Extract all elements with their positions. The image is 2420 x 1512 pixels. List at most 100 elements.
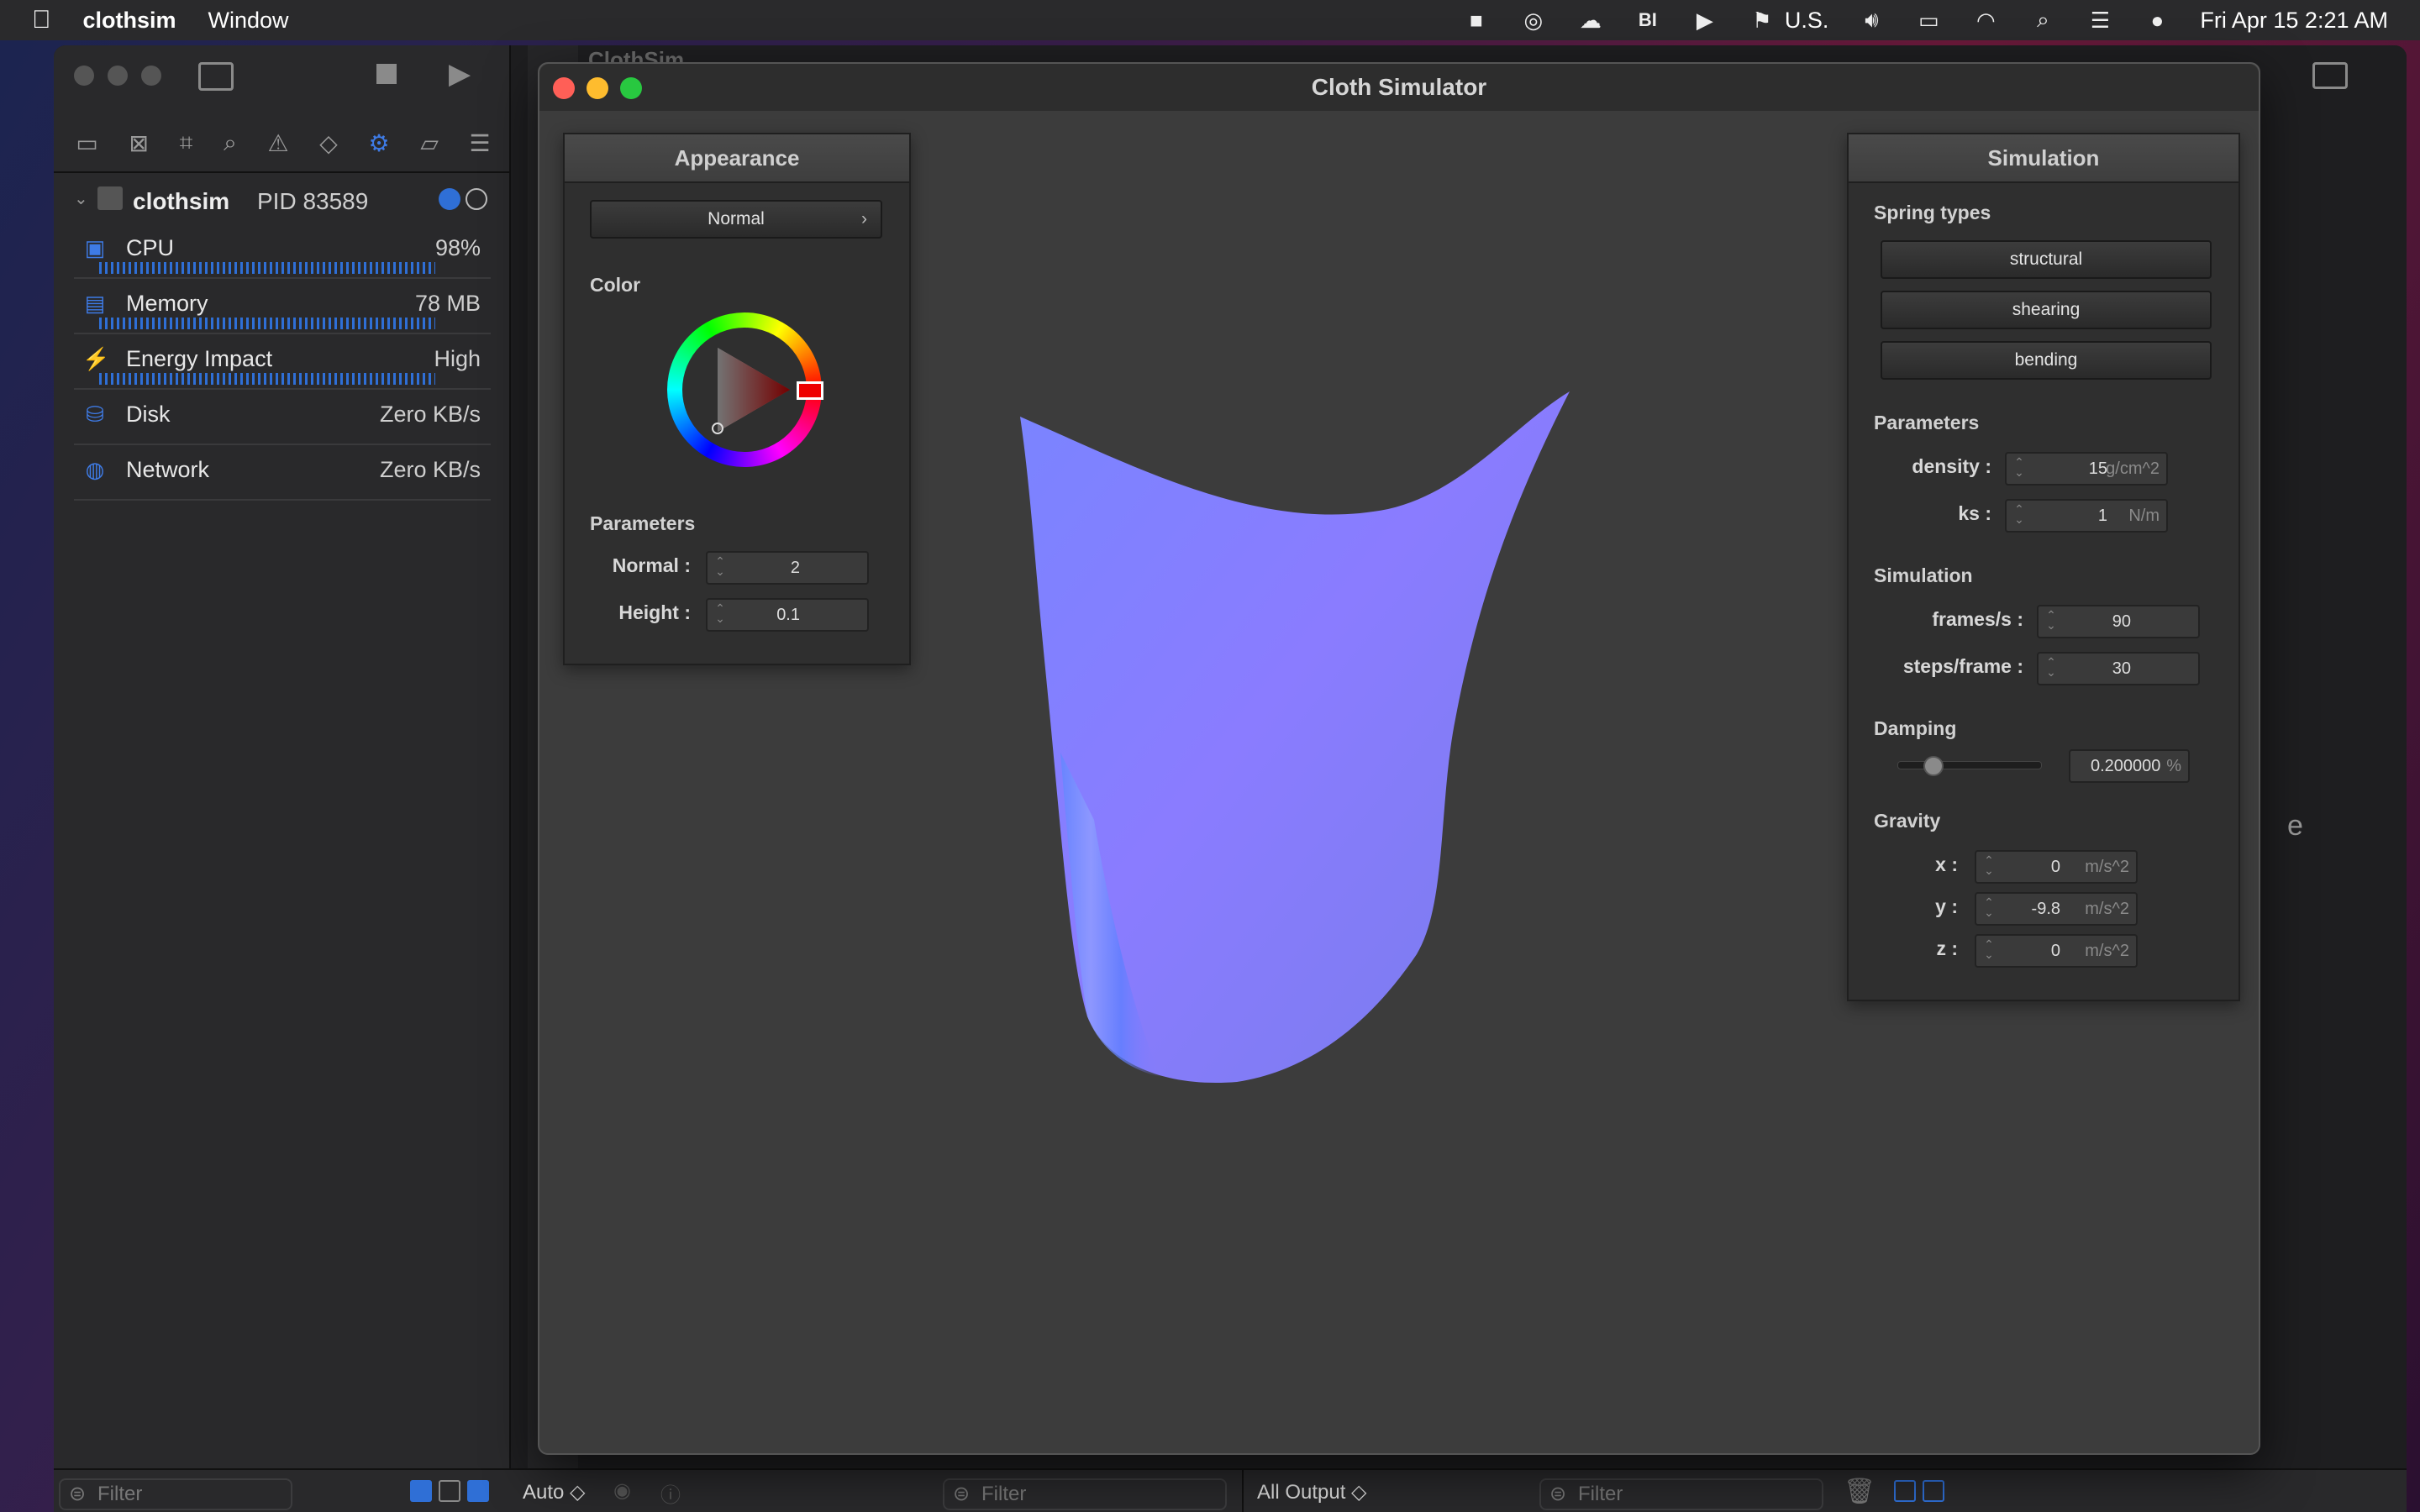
slider-knob[interactable] [1923, 756, 1944, 776]
stepper-arrows-icon[interactable]: ⌃ ⌄ [1981, 894, 1996, 924]
stepper-arrows-icon[interactable]: ⌃ ⌄ [2044, 606, 2059, 637]
steps-stepper[interactable]: ⌃ ⌄ 30 [2037, 652, 2200, 685]
steps-value: 30 [2112, 659, 2131, 678]
gauge-network[interactable]: ◍ Network Zero KB/s [74, 445, 491, 501]
auto-variables-select[interactable]: Auto ◇ [523, 1480, 586, 1504]
filter-option-icon[interactable] [439, 1480, 460, 1502]
stepper-arrows-icon[interactable]: ⌃ ⌄ [1981, 936, 1996, 966]
stepper-arrows-icon[interactable]: ⌃ ⌄ [713, 553, 728, 583]
navigator-filter-input[interactable]: Filter [59, 1478, 292, 1510]
minimize-button[interactable] [587, 77, 608, 99]
bi-icon[interactable]: BI [1634, 8, 1662, 32]
gauge-cpu[interactable]: ▣ CPU 98% [74, 223, 491, 279]
control-center-icon[interactable]: ☰ [2086, 8, 2114, 33]
warning-icon[interactable]: ⚠ [267, 129, 288, 157]
show-variables-icon[interactable] [1894, 1480, 1916, 1502]
height-stepper[interactable]: ⌃ ⌄ 0.1 [706, 598, 869, 632]
gauge-disk[interactable]: ⛁ Disk Zero KB/s [74, 390, 491, 445]
symbol-icon[interactable]: ⌗ [180, 129, 193, 157]
info-circle-icon[interactable]: ⓘ [660, 1478, 681, 1508]
stepper-arrows-icon[interactable]: ⌃ ⌄ [713, 600, 728, 630]
shader-select[interactable]: Normal › [590, 200, 882, 239]
simulation-header[interactable]: Simulation [1849, 134, 2238, 183]
density-stepper[interactable]: ⌃ ⌄ 15 g/cm^2 [2005, 452, 2168, 486]
info-icon[interactable] [439, 188, 460, 210]
color-wheel[interactable] [667, 312, 823, 467]
zoom-button[interactable] [141, 66, 161, 86]
inspector-toggle-icon[interactable] [2312, 62, 2348, 89]
gravity-y-stepper[interactable]: ⌃ ⌄ -9.8 m/s^2 [1975, 892, 2138, 926]
filter-option-icon[interactable] [467, 1480, 489, 1502]
fps-stepper[interactable]: ⌃ ⌄ 90 [2037, 605, 2200, 638]
window-title: Cloth Simulator [1311, 74, 1487, 100]
menu-clock[interactable]: Fri Apr 15 2:21 AM [2200, 8, 2388, 34]
search-icon[interactable]: ⌕ [2028, 7, 2057, 32]
close-button[interactable] [74, 66, 94, 86]
stepper-arrows-icon[interactable]: ⌃ ⌄ [2012, 454, 2027, 484]
siri-icon[interactable]: ● [2143, 8, 2171, 33]
pause-threads-icon[interactable] [466, 188, 487, 210]
debug-icon[interactable]: ⚙ [369, 129, 390, 157]
normal-stepper[interactable]: ⌃ ⌄ 2 [706, 551, 869, 585]
shader-select-label: Normal [708, 209, 765, 228]
stop-icon[interactable] [376, 64, 397, 84]
console-filter-input[interactable]: Filter [1539, 1478, 1823, 1510]
filter-option-icon[interactable] [410, 1480, 432, 1502]
gauge-label: Network [126, 457, 210, 482]
ks-value: 1 [2097, 507, 2107, 525]
process-header[interactable]: ⌄ clothsim PID 83589 [74, 180, 511, 222]
stepper-arrows-icon[interactable]: ⌃ ⌄ [2012, 501, 2027, 531]
gauge-energy[interactable]: ⚡ Energy Impact High [74, 334, 491, 390]
flag-icon[interactable]: ⚑ [1748, 8, 1776, 33]
spring-types-label: Spring types [1874, 202, 1991, 223]
bending-button[interactable]: bending [1881, 341, 2212, 380]
sidebar-toggle-icon[interactable] [198, 62, 234, 91]
disclosure-chevron-icon[interactable]: ⌄ [74, 188, 88, 209]
eye-icon[interactable]: ◉ [613, 1478, 631, 1503]
ks-stepper[interactable]: ⌃ ⌄ 1 N/m [2005, 499, 2168, 533]
play-circle-icon[interactable]: ▶ [1691, 8, 1719, 33]
wifi-icon[interactable]: ◠ [1971, 8, 2000, 33]
battery-icon[interactable]: ▭ [1914, 8, 1943, 33]
menu-app-name[interactable]: clothsim [83, 8, 176, 34]
gravity-z-stepper[interactable]: ⌃ ⌄ 0 m/s^2 [1975, 934, 2138, 968]
source-control-icon[interactable]: ⊠ [129, 129, 149, 157]
damping-field[interactable]: 0.200000 % [2069, 749, 2190, 783]
test-icon[interactable]: ◇ [319, 129, 338, 157]
run-icon[interactable]: ▶ [449, 57, 471, 91]
cloud-icon[interactable]: ☁ [1576, 8, 1605, 33]
output-select[interactable]: All Output ◇ [1257, 1480, 1367, 1504]
structural-button[interactable]: structural [1881, 240, 2212, 279]
stepper-arrows-icon[interactable]: ⌃ ⌄ [1981, 852, 1996, 882]
gravity-y-value: -9.8 [2031, 900, 2060, 918]
close-button[interactable] [553, 77, 575, 99]
input-source-label[interactable]: U.S. [1785, 8, 1829, 34]
cloth-viewport[interactable] [1010, 316, 1598, 1105]
find-icon[interactable]: ⌕ [224, 129, 237, 157]
window-titlebar[interactable]: Cloth Simulator [539, 64, 2259, 111]
gravity-x-stepper[interactable]: ⌃ ⌄ 0 m/s^2 [1975, 850, 2138, 884]
folder-icon[interactable]: ▭ [76, 129, 97, 157]
creative-cloud-icon[interactable]: ◎ [1519, 8, 1548, 33]
gauge-memory[interactable]: ▤ Memory 78 MB [74, 279, 491, 334]
shearing-button[interactable]: shearing [1881, 291, 2212, 329]
zoom-button[interactable] [620, 77, 642, 99]
volume-icon[interactable]: 🔊︎ [1857, 7, 1886, 32]
show-console-icon[interactable] [1923, 1480, 1944, 1502]
menu-bar:  clothsim Window ■ ◎ ☁ BI ▶ ⚑ U.S. 🔊︎ ▭… [0, 0, 2420, 40]
minimize-button[interactable] [108, 66, 128, 86]
hue-handle[interactable] [797, 381, 823, 400]
density-unit: g/cm^2 [2106, 459, 2160, 478]
camera-icon[interactable]: ■ [1462, 8, 1491, 33]
trash-icon[interactable]: 🗑︎ [1844, 1477, 1876, 1506]
cpu-sparkline [99, 262, 435, 274]
appearance-header[interactable]: Appearance [565, 134, 909, 183]
report-icon[interactable]: ☰ [470, 129, 491, 157]
menu-window[interactable]: Window [208, 8, 289, 34]
steps-label: steps/frame : [1902, 655, 2023, 677]
variables-filter-input[interactable]: Filter [943, 1478, 1227, 1510]
breakpoint-icon[interactable]: ▱ [420, 129, 439, 157]
damping-slider[interactable] [1897, 756, 2042, 776]
stepper-arrows-icon[interactable]: ⌃ ⌄ [2044, 654, 2059, 684]
apple-icon[interactable]:  [32, 6, 51, 34]
